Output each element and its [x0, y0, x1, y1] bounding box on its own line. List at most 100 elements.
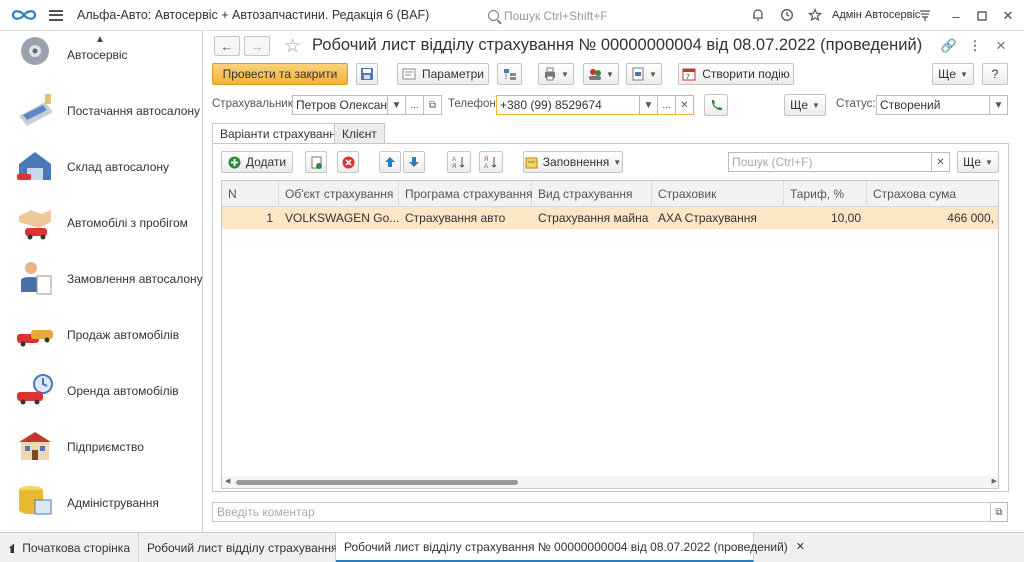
fill-menu-button[interactable]: Заповнення ▼	[523, 151, 623, 173]
print-menu-button[interactable]: ▼	[538, 63, 574, 85]
move-up-button[interactable]	[379, 151, 401, 173]
scroll-right-icon[interactable]: ▶	[992, 477, 997, 485]
arrow-up-icon	[385, 157, 395, 167]
column-header-program[interactable]: Програма страхування	[399, 181, 532, 207]
sidebar-item-label: Продаж автомобілів	[67, 328, 180, 342]
document-icon	[632, 67, 644, 81]
user-name[interactable]: Адмін Автосервіс	[832, 9, 920, 21]
sidebar-item-supply[interactable]: Постачання автосалону	[0, 82, 202, 138]
sidebar-item-car-sales[interactable]: Продаж автомобілів	[0, 306, 202, 362]
column-header-object[interactable]: Об'єкт страхування	[279, 181, 399, 207]
status-dropdown-icon[interactable]: ▼	[990, 95, 1008, 115]
parameters-button[interactable]: Параметри	[397, 63, 489, 85]
tab-home-page[interactable]: Початкова сторінка	[0, 533, 139, 562]
close-form-icon[interactable]: ✕	[992, 37, 1010, 55]
create-event-label: Створити подію	[702, 67, 790, 81]
favorite-star-icon[interactable]: ☆	[284, 35, 301, 58]
column-header-n[interactable]: N	[222, 181, 279, 207]
link-icon[interactable]: 🔗	[940, 37, 958, 55]
sidebar-item-orders[interactable]: Замовлення автосалону	[0, 250, 202, 306]
main-menu-icon[interactable]	[49, 9, 63, 21]
table-more-button[interactable]: Ще ▼	[957, 151, 999, 173]
print-icon	[545, 67, 556, 81]
tab-client[interactable]: Клієнт	[334, 123, 385, 144]
favorites-star-icon[interactable]	[805, 5, 825, 25]
status-field[interactable]: Створений	[876, 95, 990, 115]
back-button[interactable]: ←	[214, 36, 240, 56]
post-and-close-button[interactable]: Провести та закрити	[212, 63, 348, 85]
column-header-type[interactable]: Вид страхування	[532, 181, 652, 207]
app-logo-icon[interactable]	[11, 7, 37, 23]
tab-insurance-worksheet-list[interactable]: Робочий лист відділу страхування ✕	[139, 533, 355, 562]
sidebar-item-autoservice[interactable]: Автосервіс	[0, 31, 202, 87]
table-search-input[interactable]: Пошук (Ctrl+F)	[728, 152, 932, 172]
sidebar-item-label: Склад автосалону	[67, 160, 169, 174]
calendar-icon: 7	[682, 68, 696, 81]
save-button[interactable]	[356, 63, 378, 85]
cell-rate: 10,00	[830, 211, 861, 225]
column-header-rate[interactable]: Тариф, %	[784, 181, 867, 207]
insurer-select-button[interactable]: ...	[406, 95, 424, 115]
cell-program: Страхування авто	[405, 211, 506, 225]
users-icon	[589, 69, 602, 80]
move-down-button[interactable]	[403, 151, 425, 173]
bell-icon[interactable]	[748, 5, 768, 25]
scroll-left-icon[interactable]: ◀	[225, 477, 230, 485]
svg-text:7: 7	[686, 74, 690, 81]
cell-insurer: AXA Страхування	[658, 211, 757, 225]
document-form: ← → ☆ Робочий лист відділу страхування №…	[204, 31, 1024, 532]
insurer-open-icon[interactable]: ⧉	[424, 95, 442, 115]
close-window-icon[interactable]: ✕	[998, 6, 1018, 26]
history-icon[interactable]	[777, 5, 797, 25]
sidebar-item-used-cars[interactable]: Автомобілі з пробігом	[0, 194, 202, 250]
add-label: Додати	[245, 155, 287, 169]
phone-select-button[interactable]: ...	[658, 95, 676, 115]
insurer-field[interactable]: Петров Олександр	[292, 95, 388, 115]
users-menu-button[interactable]: ▼	[583, 63, 619, 85]
svg-text:A: A	[452, 157, 456, 163]
phone-field[interactable]: +380 (99) 8529674	[496, 95, 640, 115]
comment-input[interactable]: Введіть коментар	[212, 502, 1008, 522]
more-actions-icon[interactable]: ⋮	[966, 37, 984, 55]
sidebar: ▲ Автосервіс Постачання автосалону Склад…	[0, 31, 203, 532]
comment-expand-icon[interactable]: ⧉	[990, 502, 1008, 522]
delete-row-button[interactable]	[337, 151, 359, 173]
insurer-dropdown-icon[interactable]: ▼	[388, 95, 406, 115]
sidebar-item-warehouse[interactable]: Склад автосалону	[0, 138, 202, 194]
calculator-icon	[19, 94, 53, 126]
settings-menu-icon[interactable]	[915, 5, 935, 25]
add-button[interactable]: Додати	[221, 151, 293, 173]
phone-clear-icon[interactable]: ✕	[676, 95, 694, 115]
sidebar-item-administration[interactable]: Адміністрування	[0, 474, 202, 530]
copy-row-button[interactable]	[305, 151, 327, 173]
global-search-input[interactable]: Пошук Ctrl+Shift+F	[488, 6, 728, 25]
create-event-button[interactable]: 7 Створити подію	[678, 63, 794, 85]
help-button[interactable]: ?	[982, 63, 1008, 85]
minimize-icon[interactable]: –	[946, 6, 966, 26]
more-fields-button[interactable]: Ще ▼	[784, 94, 826, 116]
sidebar-item-label: Підприємство	[67, 440, 144, 454]
forward-button[interactable]: →	[244, 36, 270, 56]
call-button[interactable]	[704, 94, 728, 116]
tab-insurance-options[interactable]: Варіанти страхування	[212, 123, 351, 144]
sidebar-item-car-rental[interactable]: Оренда автомобілів	[0, 362, 202, 418]
sort-asc-button[interactable]: AЯ	[447, 151, 471, 173]
documents-menu-button[interactable]: ▼	[626, 63, 662, 85]
column-header-sum[interactable]: Страхова сума	[867, 181, 998, 207]
tab-label: Початкова сторінка	[22, 540, 130, 555]
sidebar-item-enterprise[interactable]: Підприємство	[0, 418, 202, 474]
horizontal-scrollbar[interactable]: ◀ ▶	[222, 476, 998, 488]
table-row[interactable]: 1 VOLKSWAGEN Go... Страхування авто Стра…	[222, 207, 998, 229]
table-search-clear-icon[interactable]: ✕	[932, 152, 950, 172]
maximize-icon[interactable]	[972, 6, 992, 26]
parameters-label: Параметри	[421, 67, 485, 81]
sort-desc-button[interactable]: ЯA	[479, 151, 503, 173]
tab-insurance-worksheet-doc[interactable]: Робочий лист відділу страхування № 00000…	[336, 533, 805, 562]
column-header-insurer[interactable]: Страховик	[652, 181, 784, 207]
home-icon	[9, 542, 15, 553]
phone-dropdown-icon[interactable]: ▼	[640, 95, 658, 115]
close-tab-icon[interactable]: ✕	[796, 540, 805, 553]
structure-button[interactable]	[497, 63, 522, 85]
more-button[interactable]: Ще ▼	[932, 63, 974, 85]
scrollbar-thumb[interactable]	[236, 480, 518, 485]
